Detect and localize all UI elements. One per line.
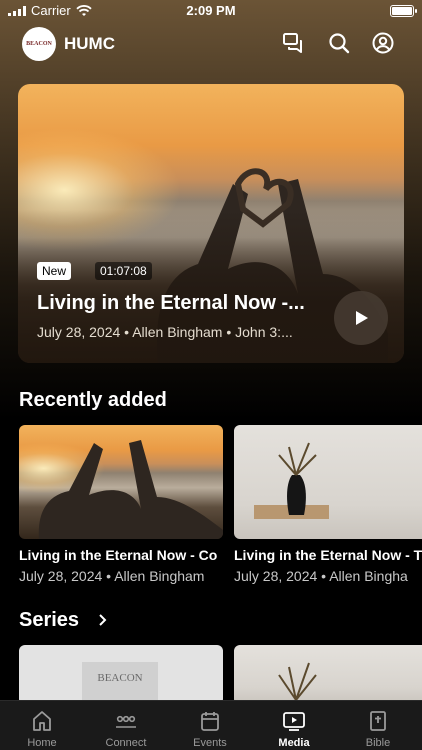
play-media-icon bbox=[283, 712, 305, 731]
play-button[interactable] bbox=[334, 291, 388, 345]
new-badge: New bbox=[37, 262, 72, 280]
app-header: BEACON HUMC bbox=[0, 26, 422, 62]
recent-media-card[interactable]: Living in the Eternal Now - Co July 28, … bbox=[19, 425, 223, 584]
featured-title: Living in the Eternal Now -... bbox=[37, 292, 305, 314]
home-icon bbox=[33, 711, 51, 731]
recent-card-title: Living in the Eternal Now - Co bbox=[19, 547, 218, 563]
recent-thumbnail-2 bbox=[234, 425, 422, 539]
search-icon[interactable] bbox=[327, 31, 351, 55]
people-silhouette-image bbox=[38, 440, 223, 539]
chevron-right-icon[interactable] bbox=[97, 613, 109, 627]
recent-thumbnail-1 bbox=[19, 425, 223, 539]
tab-label: Connect bbox=[105, 737, 147, 749]
tab-label: Bible bbox=[365, 737, 391, 749]
featured-media-card[interactable]: New 01:07:08 Living in the Eternal Now -… bbox=[18, 84, 404, 363]
tab-media[interactable]: Media bbox=[252, 701, 336, 750]
vase-image bbox=[278, 662, 317, 701]
tab-bar: Home Connect Events Media Bible bbox=[0, 700, 422, 750]
chat-icon[interactable] bbox=[281, 31, 305, 55]
play-icon bbox=[356, 311, 368, 325]
vase-image bbox=[254, 442, 329, 519]
recent-media-card[interactable]: Living in the Eternal Now - T July 28, 2… bbox=[234, 425, 422, 584]
series-card[interactable]: BEACON bbox=[19, 645, 223, 705]
tab-home[interactable]: Home bbox=[0, 701, 84, 750]
status-bar: Carrier 2:09 PM bbox=[0, 0, 422, 22]
calendar-icon bbox=[201, 712, 219, 731]
featured-meta: July 28, 2024 • Allen Bingham • John 3:.… bbox=[37, 324, 293, 340]
tab-events[interactable]: Events bbox=[168, 701, 252, 750]
status-time: 2:09 PM bbox=[186, 3, 236, 18]
series-logo: BEACON bbox=[82, 662, 158, 702]
recent-card-meta: July 28, 2024 • Allen Bingham bbox=[19, 568, 205, 584]
church-logo[interactable]: BEACON bbox=[22, 27, 56, 61]
tab-connect[interactable]: Connect bbox=[84, 701, 168, 750]
series-heading[interactable]: Series bbox=[19, 609, 79, 632]
tab-bible[interactable]: Bible bbox=[336, 701, 420, 750]
recently-added-heading: Recently added bbox=[19, 389, 167, 411]
tab-label: Media bbox=[278, 737, 310, 749]
app-title: HUMC bbox=[64, 34, 115, 53]
account-icon[interactable] bbox=[371, 31, 395, 55]
series-card[interactable] bbox=[234, 645, 422, 705]
people-icon bbox=[116, 715, 136, 728]
recent-card-title: Living in the Eternal Now - T bbox=[234, 547, 422, 563]
tab-label: Home bbox=[27, 737, 57, 749]
tab-label: Events bbox=[193, 737, 227, 749]
bible-icon bbox=[370, 711, 386, 731]
logo-text: BEACON bbox=[26, 41, 52, 47]
recent-card-meta: July 28, 2024 • Allen Bingha bbox=[234, 568, 408, 584]
battery-icon bbox=[390, 5, 417, 17]
duration-badge: 01:07:08 bbox=[95, 262, 152, 280]
